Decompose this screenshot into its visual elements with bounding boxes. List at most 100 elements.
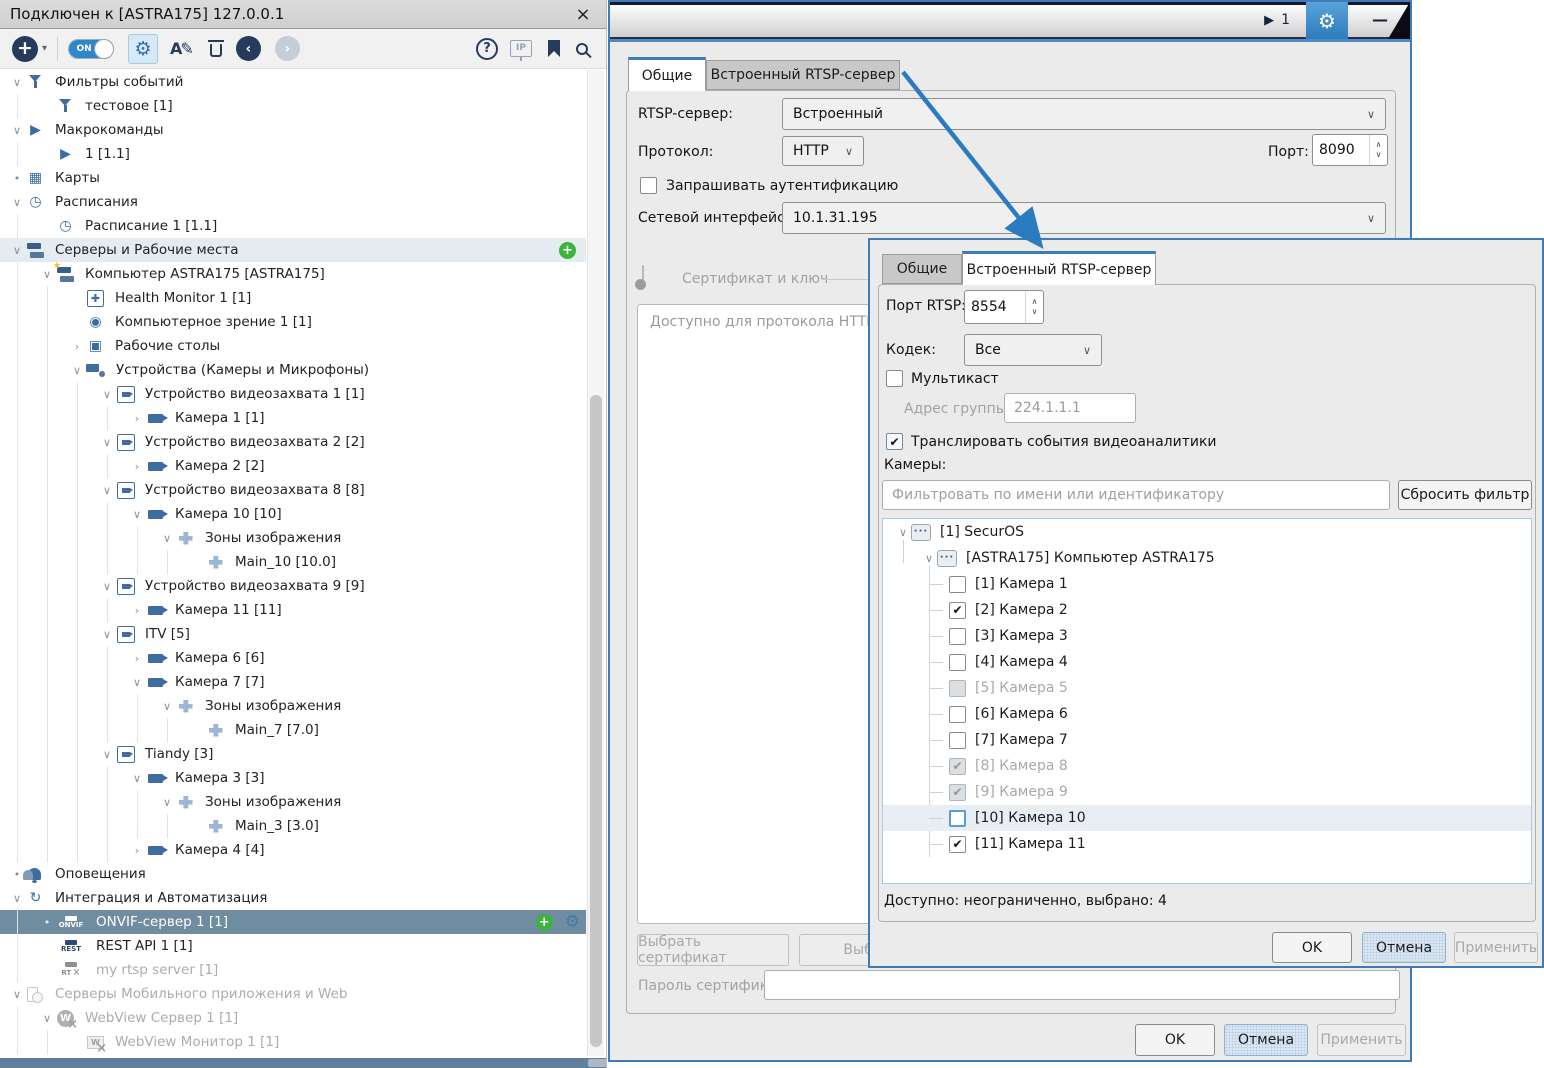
camera-row[interactable]: ✔[9] Камера 9 <box>883 779 1531 805</box>
camera-checkbox[interactable] <box>949 732 966 749</box>
collapsed-icon[interactable]: › <box>128 604 146 617</box>
macro-indicator[interactable]: ▶ 1 <box>1264 12 1290 28</box>
tab-general[interactable]: Общие <box>628 57 706 91</box>
tree-item[interactable]: ✚Health Monitor 1 [1] <box>0 286 586 310</box>
tab-embedded-rtsp-server[interactable]: Встроенный RTSP-сервер <box>706 60 900 90</box>
expanded-icon[interactable]: ∨ <box>128 508 146 521</box>
camera-row[interactable]: [10] Камера 10 <box>883 805 1531 831</box>
camera-checkbox[interactable]: ✔ <box>949 784 966 801</box>
expanded-icon[interactable]: ∨ <box>68 364 86 377</box>
camera-row[interactable]: ✔[11] Камера 11 <box>883 831 1531 857</box>
expanded-icon[interactable]: ∨ <box>158 700 176 713</box>
spin-up-icon[interactable]: ∧ <box>1376 140 1382 150</box>
tree-item[interactable]: •▦Карты <box>0 166 586 190</box>
tree-item[interactable]: ∨Зоны изображения <box>0 526 586 550</box>
expanded-icon[interactable]: ∨ <box>8 892 26 905</box>
expanded-icon[interactable]: ∨ <box>8 988 26 1001</box>
camera-row[interactable]: [3] Камера 3 <box>883 623 1531 649</box>
tree-item[interactable]: ›Камера 6 [6] <box>0 646 586 670</box>
dialog-ok-button[interactable]: OK <box>1272 932 1352 963</box>
expanded-icon[interactable]: ∨ <box>8 76 26 89</box>
expanded-icon[interactable]: ∨ <box>98 388 116 401</box>
ip-devices-button[interactable]: IP <box>510 40 532 57</box>
tree-item[interactable]: ∨Серверы и Рабочие места+ <box>0 238 586 262</box>
rtsp-port-input[interactable] <box>965 291 1025 323</box>
tree-item[interactable]: Main_3 [3.0] <box>0 814 586 838</box>
spinner-arrows[interactable]: ∧ ∨ <box>1025 291 1043 323</box>
back-button[interactable]: ‹ <box>236 36 261 61</box>
tree-item[interactable]: ∨Камера 10 [10] <box>0 502 586 526</box>
expanded-icon[interactable]: ∨ <box>158 796 176 809</box>
collapsed-icon[interactable]: › <box>128 844 146 857</box>
camera-row[interactable]: ✔[8] Камера 8 <box>883 753 1531 779</box>
tree-item[interactable]: ∨Камера 3 [3] <box>0 766 586 790</box>
camera-row[interactable]: [4] Камера 4 <box>883 649 1531 675</box>
expanded-icon[interactable]: ∨ <box>98 580 116 593</box>
certificate-password-input[interactable] <box>764 970 1400 1000</box>
expanded-icon[interactable]: ∨ <box>98 748 116 761</box>
tree-item[interactable]: ▶1 [1.1] <box>0 142 586 166</box>
ok-button[interactable]: OK <box>1135 1024 1215 1056</box>
rename-button[interactable]: A✎ <box>170 39 192 58</box>
camera-row[interactable]: ✔[2] Камера 2 <box>883 597 1531 623</box>
tree-item[interactable]: ∨★Компьютер ASTRA175 [ASTRA175] <box>0 262 586 286</box>
tree-item[interactable]: •ONVIFONVIF-сервер 1 [1]+⚙ <box>0 910 586 934</box>
tree-item[interactable]: Main_10 [10.0] <box>0 550 586 574</box>
spin-down-icon[interactable]: ∨ <box>1376 150 1382 160</box>
delete-icon[interactable] <box>210 44 222 57</box>
search-icon[interactable] <box>576 43 588 55</box>
protocol-select[interactable]: HTTP ∨ <box>782 136 864 166</box>
codec-select[interactable]: Все ∨ <box>964 334 1102 366</box>
spinner-arrows[interactable]: ∧ ∨ <box>1369 135 1387 165</box>
port-input[interactable] <box>1313 135 1369 165</box>
dialog-tab-general[interactable]: Общие <box>882 254 962 284</box>
tree-item[interactable]: ∨WWebView Сервер 1 [1] <box>0 1006 586 1030</box>
expanded-icon[interactable]: ∨ <box>8 196 26 209</box>
rtsp-server-select[interactable]: Встроенный ∨ <box>782 98 1386 130</box>
camera-checkbox[interactable] <box>949 576 966 593</box>
apply-button[interactable]: Применить <box>1317 1024 1406 1056</box>
tree-item[interactable]: ∨Серверы Мобильного приложения и Web <box>0 982 586 1006</box>
tree-item[interactable]: ◷Расписание 1 [1.1] <box>0 214 586 238</box>
spin-down-icon[interactable]: ∨ <box>1032 307 1038 317</box>
expanded-icon[interactable]: ∨ <box>128 772 146 785</box>
tree-vertical-scrollbar[interactable] <box>587 70 604 1056</box>
camera-checkbox[interactable] <box>949 628 966 645</box>
camera-checkbox[interactable]: ✔ <box>949 758 966 775</box>
tree-horizontal-scrollbar[interactable] <box>0 1058 606 1068</box>
collapsed-icon[interactable]: › <box>128 460 146 473</box>
network-interface-select[interactable]: 10.1.31.195 ∨ <box>782 202 1386 234</box>
tree-item[interactable]: RESTREST API 1 [1] <box>0 934 586 958</box>
add-object-dropdown-icon[interactable]: ▾ <box>42 43 47 54</box>
tree-item[interactable]: ›Камера 11 [11] <box>0 598 586 622</box>
camera-filter-input[interactable] <box>882 480 1390 510</box>
expanded-icon[interactable]: ∨ <box>98 436 116 449</box>
gear-icon[interactable]: ⚙ <box>565 912 580 932</box>
expanded-icon[interactable]: ∨ <box>921 552 937 565</box>
scrollbar-thumb[interactable] <box>590 395 602 1047</box>
camera-checkbox[interactable] <box>949 810 966 827</box>
enable-toggle[interactable]: ON <box>68 39 114 59</box>
expanded-icon[interactable]: ∨ <box>98 484 116 497</box>
dialog-tab-embedded-rtsp-server[interactable]: Встроенный RTSP-сервер <box>962 251 1156 285</box>
expanded-icon[interactable]: ∨ <box>8 244 26 257</box>
tree-item[interactable]: ∨Камера 7 [7] <box>0 670 586 694</box>
camera-row[interactable]: [6] Камера 6 <box>883 701 1531 727</box>
tree-item[interactable]: ∨Устройства (Камеры и Микрофоны) <box>0 358 586 382</box>
tree-item[interactable]: ∨ITV [5] <box>0 622 586 646</box>
add-badge[interactable]: + <box>536 914 553 931</box>
choose-certificate-button[interactable]: Выбрать сертификат <box>637 934 789 966</box>
tree-item[interactable]: ›Камера 1 [1] <box>0 406 586 430</box>
tree-item[interactable]: ›Камера 4 [4] <box>0 838 586 862</box>
tree-item[interactable]: ›▣Рабочие столы <box>0 334 586 358</box>
tree-item[interactable]: ∨Устройство видеозахвата 8 [8] <box>0 478 586 502</box>
expanded-icon[interactable]: ∨ <box>8 124 26 137</box>
tree-item[interactable]: ∨Tiandy [3] <box>0 742 586 766</box>
collapsed-icon[interactable]: › <box>68 340 86 353</box>
camera-row[interactable]: [7] Камера 7 <box>883 727 1531 753</box>
tree-item[interactable]: ∨Устройство видеозахвата 1 [1] <box>0 382 586 406</box>
camera-row[interactable]: [5] Камера 5 <box>883 675 1531 701</box>
gear-icon[interactable]: ⚙ <box>1306 2 1348 39</box>
tree-item[interactable]: тестовое [1] <box>0 94 586 118</box>
dialog-apply-button[interactable]: Применить <box>1454 932 1538 963</box>
